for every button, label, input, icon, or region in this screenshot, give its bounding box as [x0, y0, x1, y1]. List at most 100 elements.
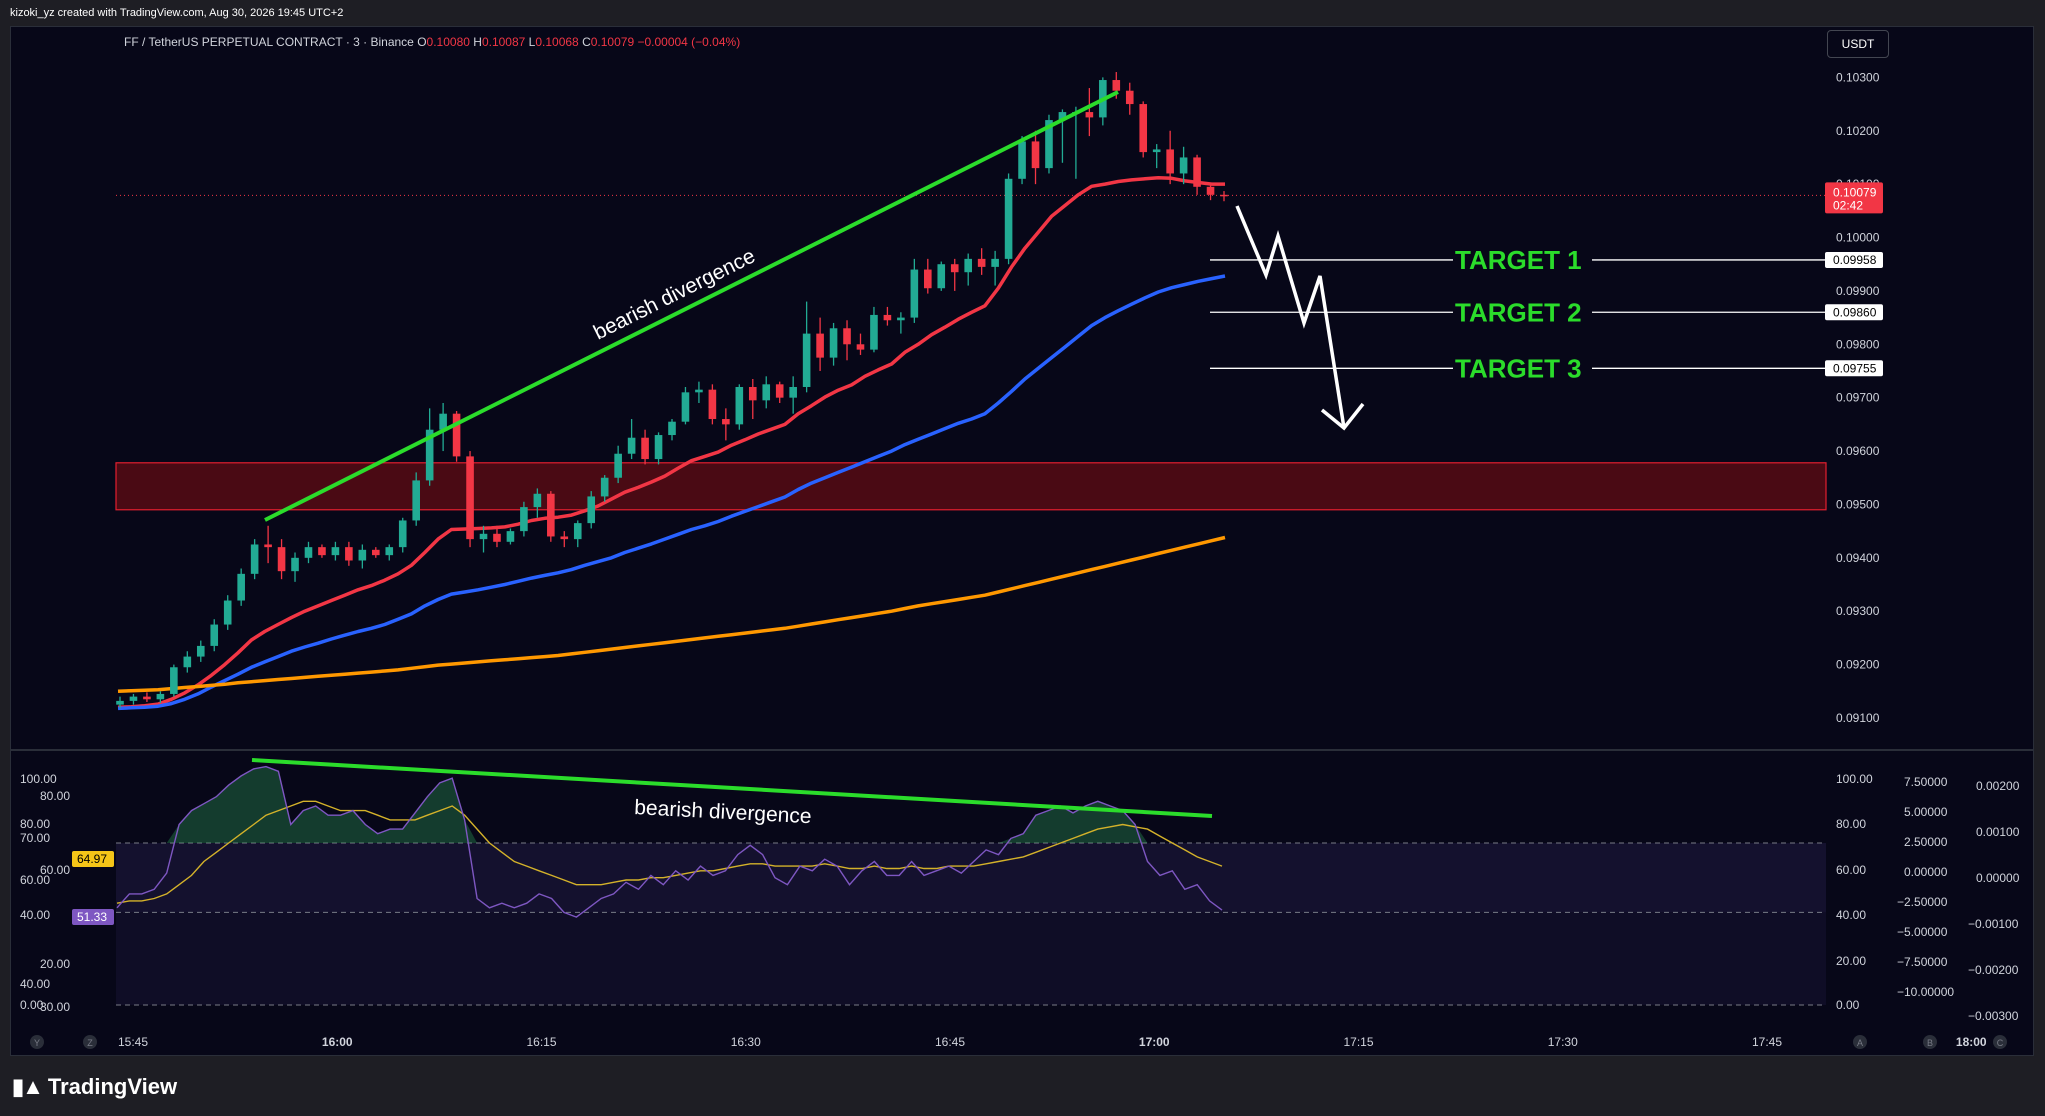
osc-mid-tick: 7.50000	[1904, 775, 1948, 789]
osc-mid-tick: −7.50000	[1897, 955, 1948, 969]
candle-body	[398, 520, 407, 548]
chart-canvas[interactable]: 0.09100 0.09200 0.09300 0.09400 0.09500 0.096…	[0, 0, 2045, 1056]
candle-body	[802, 333, 811, 387]
currency-button[interactable]: USDT	[1827, 30, 1889, 58]
osc-left-tick: 40.00	[20, 977, 50, 991]
candle-body	[1004, 178, 1013, 259]
osc-mid-tick: −5.00000	[1897, 925, 1948, 939]
candle-body	[1125, 90, 1134, 105]
axis-button-label: A	[1857, 1038, 1863, 1048]
bottom-bar	[0, 1056, 2045, 1116]
osc-inner-tick: 60.00	[1836, 863, 1866, 877]
candle-body	[924, 269, 932, 289]
candle-body	[1018, 141, 1026, 179]
projection-arrow	[1235, 205, 1346, 429]
candle-body	[816, 333, 824, 358]
symbol-legend: FF / TetherUS PERPETUAL CONTRACT · 3 · B…	[124, 35, 740, 49]
candle-body	[870, 314, 878, 350]
candle-body	[1152, 149, 1161, 153]
osc-inner-tick: 20.00	[1836, 954, 1866, 968]
candle-body	[654, 435, 663, 460]
candle-body	[1139, 104, 1148, 153]
time-tick: 17:00	[1139, 1035, 1170, 1049]
candle-body	[318, 547, 326, 556]
candle-body	[466, 456, 474, 540]
osc-right-tick: −0.00100	[1968, 917, 2019, 931]
osc-mid-tick: −10.00000	[1897, 985, 1954, 999]
price-countdown: 02:42	[1833, 198, 1863, 212]
candle-body	[493, 533, 501, 542]
price-tick: 0.09400	[1836, 551, 1880, 565]
axis-button-label: B	[1927, 1038, 1933, 1048]
divergence-label: bearish divergence	[590, 244, 759, 344]
ema-fast-line	[117, 175, 1225, 710]
osc-mid-tick: −2.50000	[1897, 895, 1948, 909]
candle-body	[1112, 80, 1121, 91]
candle-body	[116, 700, 124, 705]
osc-mid-tick: 2.50000	[1904, 835, 1948, 849]
price-tick: 0.10300	[1836, 70, 1880, 84]
osc-left-tick: 100.00	[20, 772, 57, 786]
brand-text: TradingView	[47, 1074, 178, 1099]
candle-body	[573, 523, 582, 540]
candle-body	[910, 269, 919, 318]
candle-body	[291, 557, 299, 572]
osc-mid-tick: 0.00000	[1904, 865, 1948, 879]
osc-left-tick: 80.00	[40, 789, 70, 803]
candle-body	[547, 493, 555, 537]
price-tick: 0.09800	[1836, 337, 1880, 351]
osc-inner-tick: 40.00	[1836, 908, 1866, 922]
time-tick: 16:30	[731, 1035, 761, 1049]
time-tick: 17:30	[1548, 1035, 1578, 1049]
candle-body	[991, 258, 999, 267]
candle-body	[210, 624, 219, 646]
candle-body	[264, 544, 272, 548]
current-price-text: 0.10079	[1833, 185, 1877, 199]
price-tick: 0.09900	[1836, 284, 1880, 298]
candle-body	[897, 317, 905, 321]
price-tick: 0.10200	[1836, 124, 1880, 138]
candle-body	[775, 384, 784, 398]
candle-body	[223, 600, 232, 625]
osc-right-tick: −0.00200	[1968, 963, 2019, 977]
candle-body	[452, 413, 461, 457]
osc-left-tick: 30.00	[40, 1000, 70, 1014]
price-tick: 0.09300	[1836, 604, 1880, 618]
candle-body	[789, 386, 797, 398]
candle-body	[143, 696, 151, 700]
osc-inner-tick: 100.00	[1836, 772, 1873, 786]
osc-mid-tick: 5.00000	[1904, 805, 1948, 819]
candle-body	[641, 437, 649, 460]
price-tick: 0.09500	[1836, 497, 1880, 511]
osc-left-tick: 40.00	[20, 908, 50, 922]
candle-body	[722, 419, 730, 425]
osc-left-tick: 70.00	[20, 831, 50, 845]
candle-body	[1193, 157, 1201, 187]
target-price-text: 0.09860	[1833, 305, 1877, 319]
osc-inner-tick: 0.00	[1836, 998, 1860, 1012]
candle-body	[937, 264, 946, 289]
candle-body	[762, 384, 771, 401]
price-tick: 0.09700	[1836, 391, 1880, 405]
rsi-band-lower	[116, 912, 1826, 1005]
price-tick: 0.09200	[1836, 658, 1880, 672]
osc-inner-tick: 80.00	[1836, 817, 1866, 831]
candle-body	[964, 258, 972, 273]
time-tick: 17:15	[1343, 1035, 1373, 1049]
target-price-text: 0.09755	[1833, 361, 1877, 375]
candle-body	[358, 549, 367, 561]
osc-right-tick: −0.00300	[1968, 1009, 2019, 1023]
candle-body	[237, 573, 245, 601]
candle-body	[735, 386, 744, 425]
osc-left-tick: 80.00	[20, 817, 50, 831]
axis-button-label: Z	[87, 1038, 93, 1048]
candle-body	[856, 344, 865, 350]
osc-right-tick: 0.00000	[1976, 871, 2020, 885]
osc-right-tick: 0.00200	[1976, 779, 2020, 793]
candle-body	[372, 549, 380, 556]
candle-body	[587, 496, 596, 524]
candle-body	[183, 656, 192, 668]
candle-body	[520, 507, 528, 532]
candle-body	[331, 547, 340, 556]
divergence-trendline	[264, 90, 1119, 522]
